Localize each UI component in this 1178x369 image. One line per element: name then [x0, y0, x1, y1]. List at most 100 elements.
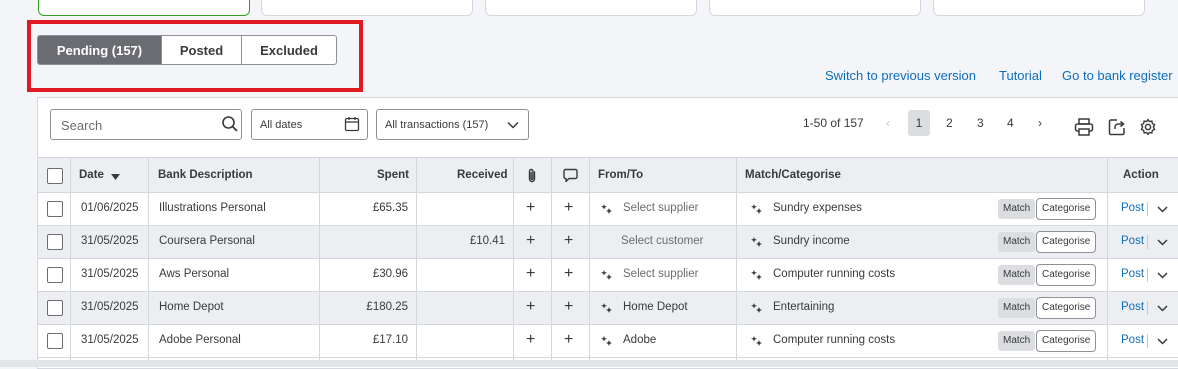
row-date: 31/05/2025 — [81, 334, 139, 346]
row-from-to[interactable]: Adobe — [623, 334, 656, 346]
column-header-date[interactable]: Date — [79, 169, 104, 181]
add-attachment-icon[interactable]: + — [526, 266, 535, 282]
highlight-box — [27, 20, 363, 92]
row-description: Adobe Personal — [159, 334, 241, 346]
row-category[interactable]: Computer running costs — [773, 268, 895, 280]
match-button[interactable]: Match — [998, 265, 1036, 285]
column-divider — [551, 157, 552, 367]
column-header-received[interactable]: Received — [457, 169, 508, 181]
post-button[interactable]: Post — [1121, 235, 1144, 247]
date-filter-label: All dates — [260, 119, 303, 131]
print-icon[interactable] — [1074, 118, 1094, 136]
row-from-to[interactable]: Home Depot — [623, 301, 688, 313]
row-checkbox[interactable] — [47, 300, 63, 316]
row-spent: £17.10 — [372, 334, 408, 346]
row-from-to[interactable]: Select supplier — [623, 202, 698, 214]
table-row[interactable]: 31/05/2025 Home Depot £180.25 + + Home Depot E… — [38, 292, 1178, 325]
categorise-button[interactable]: Categorise — [1036, 297, 1097, 319]
add-attachment-icon[interactable]: + — [526, 332, 535, 348]
chevron-down-icon[interactable] — [1157, 270, 1168, 281]
search-icon[interactable] — [221, 115, 239, 133]
transactions-filter-label: All transactions (157) — [385, 119, 489, 131]
match-button[interactable]: Match — [998, 232, 1036, 252]
row-checkbox[interactable] — [47, 201, 63, 217]
post-button[interactable]: Post — [1121, 301, 1144, 313]
page-1-button[interactable]: 1 — [908, 110, 930, 136]
column-divider — [589, 157, 590, 367]
categorise-button[interactable]: Categorise — [1036, 231, 1097, 253]
column-divider — [736, 157, 737, 367]
column-divider — [1107, 157, 1108, 367]
add-comment-icon[interactable]: + — [564, 299, 573, 315]
add-comment-icon[interactable]: + — [564, 266, 573, 282]
page-2-button[interactable]: 2 — [946, 110, 953, 136]
add-attachment-icon[interactable]: + — [526, 233, 535, 249]
chevron-down-icon[interactable] — [1157, 336, 1168, 347]
row-category[interactable]: Sundry income — [773, 235, 850, 247]
action-divider — [1147, 334, 1148, 348]
column-header-spent[interactable]: Spent — [377, 169, 409, 181]
row-from-to[interactable]: Select customer — [621, 235, 703, 247]
add-attachment-icon[interactable]: + — [526, 299, 535, 315]
select-all-checkbox[interactable] — [47, 168, 63, 184]
next-page-icon[interactable]: › — [1038, 110, 1042, 136]
search-input[interactable] — [59, 117, 213, 134]
sort-down-icon[interactable] — [111, 174, 120, 180]
row-from-to[interactable]: Select supplier — [623, 268, 698, 280]
table-row[interactable]: 31/05/2025 Adobe Personal £17.10 + + Adobe Com… — [38, 325, 1178, 358]
prev-page-icon[interactable]: ‹ — [886, 110, 890, 136]
table-header: Date Bank Description Spent Received Fro… — [38, 157, 1178, 193]
summary-card-1[interactable] — [38, 0, 250, 16]
summary-card-5[interactable] — [933, 0, 1145, 16]
page-4-button[interactable]: 4 — [1007, 110, 1014, 136]
add-attachment-icon[interactable]: + — [526, 200, 535, 216]
match-button[interactable]: Match — [998, 298, 1036, 318]
transactions-panel: All dates All transactions (157) 1-50 of… — [37, 97, 1178, 369]
chevron-down-icon[interactable] — [1157, 204, 1168, 215]
switch-previous-version-link[interactable]: Switch to previous version — [825, 68, 976, 83]
table-row[interactable]: 31/05/2025 Coursera Personal £10.41 + + Selec… — [38, 226, 1178, 259]
post-button[interactable]: Post — [1121, 202, 1144, 214]
chevron-down-icon[interactable] — [1157, 303, 1168, 314]
summary-card-2[interactable] — [261, 0, 473, 16]
column-header-match[interactable]: Match/Categorise — [745, 169, 841, 181]
column-divider — [70, 157, 71, 367]
table-row[interactable]: 31/05/2025 Aws Personal £30.96 + + Select sup… — [38, 259, 1178, 292]
bank-register-link[interactable]: Go to bank register — [1062, 68, 1173, 83]
export-icon[interactable] — [1108, 118, 1126, 136]
table-row[interactable]: 01/06/2025 Illustrations Personal £65.35 + +… — [38, 193, 1178, 226]
column-header-from-to[interactable]: From/To — [598, 169, 643, 181]
match-button[interactable]: Match — [998, 199, 1036, 219]
row-date: 31/05/2025 — [81, 301, 139, 313]
row-category[interactable]: Sundry expenses — [773, 202, 862, 214]
ai-suggestion-icon — [751, 268, 763, 286]
add-comment-icon[interactable]: + — [564, 332, 573, 348]
summary-card-4[interactable] — [709, 0, 921, 16]
post-button[interactable]: Post — [1121, 334, 1144, 346]
row-checkbox[interactable] — [47, 234, 63, 250]
add-comment-icon[interactable]: + — [564, 233, 573, 249]
categorise-button[interactable]: Categorise — [1036, 330, 1097, 352]
ai-suggestion-icon — [601, 301, 613, 319]
row-checkbox[interactable] — [47, 267, 63, 283]
match-button[interactable]: Match — [998, 331, 1036, 351]
date-filter-dropdown[interactable]: All dates — [251, 109, 368, 140]
row-date: 31/05/2025 — [81, 235, 139, 247]
row-category[interactable]: Computer running costs — [773, 334, 895, 346]
row-spent: £180.25 — [366, 301, 408, 313]
row-checkbox[interactable] — [47, 333, 63, 349]
categorise-button[interactable]: Categorise — [1036, 264, 1097, 286]
add-comment-icon[interactable]: + — [564, 200, 573, 216]
gear-icon[interactable] — [1139, 118, 1157, 136]
tutorial-link[interactable]: Tutorial — [999, 68, 1042, 83]
column-header-description[interactable]: Bank Description — [158, 169, 253, 181]
ai-suggestion-icon — [751, 334, 763, 352]
chevron-down-icon[interactable] — [1157, 237, 1168, 248]
transactions-filter-dropdown[interactable]: All transactions (157) — [376, 109, 529, 140]
categorise-button[interactable]: Categorise — [1036, 198, 1097, 220]
summary-card-3[interactable] — [485, 0, 697, 16]
post-button[interactable]: Post — [1121, 268, 1144, 280]
row-received: £10.41 — [469, 235, 505, 247]
page-3-button[interactable]: 3 — [977, 110, 984, 136]
row-category[interactable]: Entertaining — [773, 301, 834, 313]
